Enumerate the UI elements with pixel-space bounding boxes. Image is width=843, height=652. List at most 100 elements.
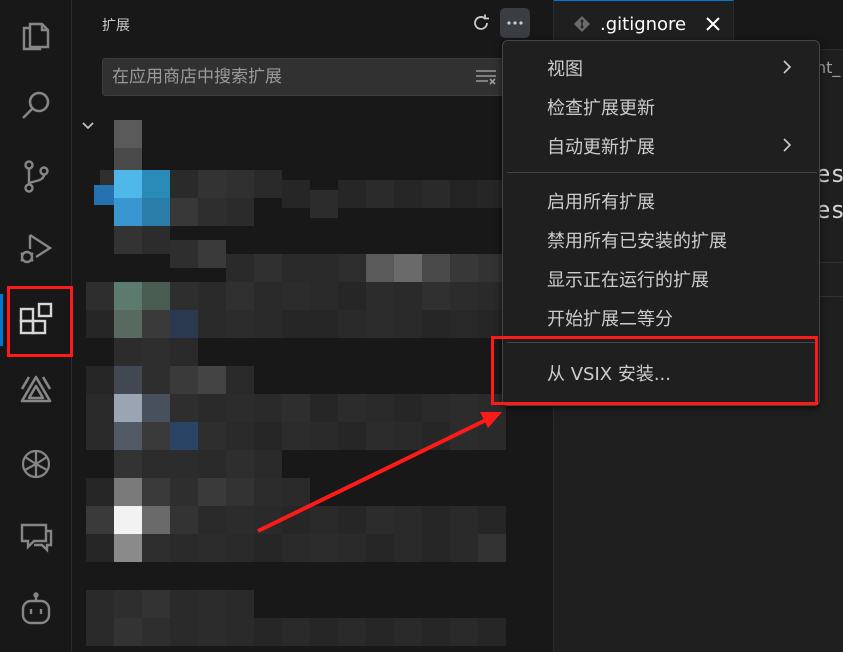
mosaic-cell <box>170 170 198 198</box>
mosaic-cell <box>338 282 366 310</box>
mosaic-cell <box>338 618 366 646</box>
menu-item-views[interactable]: 视图 <box>507 48 817 86</box>
mosaic-cell <box>114 310 142 338</box>
mosaic-cell <box>170 478 198 506</box>
mosaic-cell <box>394 534 422 562</box>
mosaic-cell <box>310 506 338 534</box>
more-icon <box>507 21 523 25</box>
mosaic-cell <box>114 198 142 226</box>
refresh-button[interactable] <box>466 8 496 38</box>
menu-item-check-updates[interactable]: 检查扩展更新 <box>507 87 817 125</box>
mosaic-cell <box>226 590 254 618</box>
filter-icon[interactable] <box>475 68 497 86</box>
mosaic-cell <box>394 310 422 338</box>
menu-separator <box>507 172 817 173</box>
mosaic-cell <box>226 282 254 310</box>
activity-copilot[interactable] <box>0 580 72 640</box>
menu-item-show-running[interactable]: 显示正在运行的扩展 <box>507 259 817 297</box>
mosaic-cell <box>114 534 142 562</box>
mosaic-cell <box>450 506 478 534</box>
mosaic-cell <box>198 618 226 646</box>
mosaic-cell <box>282 282 310 310</box>
mosaic-cell <box>282 422 310 450</box>
mosaic-cell <box>310 534 338 562</box>
mosaic-cell <box>450 422 478 450</box>
extension-search-input[interactable] <box>112 59 462 95</box>
activity-explorer[interactable] <box>0 4 72 64</box>
more-actions-button[interactable] <box>500 8 530 38</box>
menu-item-label: 开始扩展二等分 <box>547 309 673 330</box>
activity-run-debug[interactable] <box>0 218 72 278</box>
mosaic-cell <box>86 310 114 338</box>
mosaic-cell <box>142 450 170 478</box>
mosaic-cell <box>114 450 142 478</box>
activity-search[interactable] <box>0 76 72 136</box>
mosaic-cell <box>198 450 226 478</box>
mosaic-cell <box>366 506 394 534</box>
mosaic-cell <box>338 422 366 450</box>
mosaic-cell <box>282 618 310 646</box>
mosaic-cell <box>422 506 450 534</box>
mosaic-cell <box>142 506 170 534</box>
menu-item-bisect[interactable]: 开始扩展二等分 <box>507 298 817 336</box>
close-icon[interactable] <box>702 13 724 35</box>
mosaic-cell <box>142 282 170 310</box>
mosaic-cell <box>394 618 422 646</box>
mosaic-cell <box>142 198 170 226</box>
mosaic-cell <box>338 534 366 562</box>
mosaic-cell <box>170 240 198 268</box>
mosaic-cell <box>114 226 142 254</box>
mosaic-cell <box>282 478 310 506</box>
mosaic-cell <box>366 180 394 208</box>
mosaic-cell <box>198 310 226 338</box>
mosaic-cell <box>198 170 226 198</box>
activity-comments[interactable] <box>0 506 72 566</box>
mosaic-cell <box>226 366 254 394</box>
mosaic-cell <box>226 534 254 562</box>
mosaic-cell <box>170 282 198 310</box>
menu-item-auto-update[interactable]: 自动更新扩展 <box>507 126 817 164</box>
menu-item-disable-all[interactable]: 禁用所有已安装的扩展 <box>507 220 817 258</box>
mosaic-cell <box>422 394 450 422</box>
annotation-box-extensions <box>7 286 73 357</box>
mosaic-cell <box>450 534 478 562</box>
mosaic-cell <box>142 534 170 562</box>
mosaic-cell <box>198 198 226 226</box>
mosaic-cell <box>282 394 310 422</box>
mosaic-cell <box>170 450 198 478</box>
refresh-icon <box>474 14 489 30</box>
sidebar-title: 扩展 <box>102 18 130 34</box>
mosaic-cell <box>254 254 282 282</box>
mosaic-cell <box>254 394 282 422</box>
mosaic-cell <box>114 282 142 310</box>
mosaic-cell <box>366 534 394 562</box>
mosaic-cell <box>86 282 114 310</box>
mosaic-cell <box>226 394 254 422</box>
mosaic-cell <box>86 422 114 450</box>
mosaic-cell <box>310 190 338 218</box>
menu-item-label: 检查扩展更新 <box>547 98 655 119</box>
activity-tongyi-lingma[interactable] <box>0 362 72 422</box>
mosaic-cell <box>142 226 170 254</box>
comments-icon <box>20 523 53 553</box>
mosaic-cell <box>254 534 282 562</box>
mosaic-cell <box>198 590 226 618</box>
mosaic-cell <box>170 338 198 366</box>
mosaic-cell <box>338 180 366 208</box>
mosaic-cell <box>422 254 450 282</box>
menu-item-label: 启用所有扩展 <box>547 192 655 213</box>
mosaic-cell <box>114 590 142 618</box>
mosaic-cell <box>450 254 478 282</box>
mosaic-cell <box>226 422 254 450</box>
mosaic-cell <box>450 618 478 646</box>
mosaic-cell <box>366 254 394 282</box>
mosaic-cell <box>114 120 142 148</box>
activity-source-control[interactable] <box>0 146 72 206</box>
menu-item-enable-all[interactable]: 启用所有扩展 <box>507 181 817 219</box>
activity-chatgpt[interactable] <box>0 434 72 494</box>
tab-label: .gitignore <box>600 14 687 35</box>
mosaic-cell <box>394 180 422 208</box>
extension-search-box[interactable] <box>102 58 508 96</box>
mosaic-cell <box>226 450 254 478</box>
mosaic-cell <box>198 506 226 534</box>
